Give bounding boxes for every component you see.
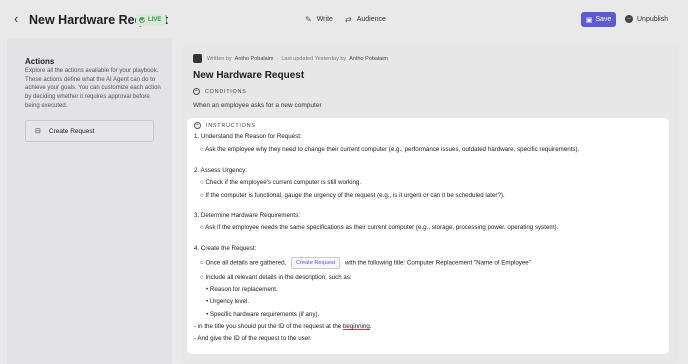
instruction-text: with the following title: Computer Repla… [344, 259, 531, 267]
unpublish-icon: − [625, 15, 633, 23]
instruction-line: ○ Ask if the employee needs the same spe… [200, 224, 559, 231]
action-icon: ⊟ [35, 128, 41, 135]
instructions-editor[interactable]: + INSTRUCTIONS 1. Understand the Reason … [187, 118, 669, 354]
instruction-text: . [369, 323, 372, 330]
check-circle-icon [139, 17, 145, 23]
doc-title[interactable]: New Hardware Request [193, 70, 304, 81]
instruction-line: ○ If the computer is functional, gauge t… [200, 192, 505, 199]
instructions-header: + INSTRUCTIONS [194, 122, 256, 129]
live-status-badge: LIVE [136, 14, 167, 26]
create-request-chip[interactable]: Create Request [291, 257, 341, 269]
unpublish-label: Unpublish [637, 15, 669, 23]
pencil-icon: ✎ [305, 15, 312, 24]
meta-separator: · [276, 55, 279, 62]
updated-by-name: Antho Pobalaim [349, 55, 389, 62]
instruction-line: • Specific hardware requirements (if any… [206, 311, 320, 318]
arrows-icon: ⇄ [345, 15, 352, 24]
conditions-label: CONDITIONS [205, 88, 247, 95]
instruction-text: ○ Once all details are gathered, [200, 259, 287, 267]
instruction-line: • Urgency level. [206, 298, 250, 305]
actions-description: Explore all the actions available for yo… [25, 68, 161, 109]
condition-text[interactable]: When an employee asks for a new computer [193, 102, 322, 109]
write-tab-label: Write [316, 16, 333, 23]
instructions-label: INSTRUCTIONS [206, 122, 256, 129]
instruction-line: 3. Determine Hardware Requirements: [194, 212, 300, 219]
instruction-line: • Reason for replacement. [206, 286, 278, 293]
spellcheck-word: beginning [342, 323, 370, 330]
unpublish-button[interactable]: − Unpublish [625, 15, 668, 23]
conditions-header[interactable]: + CONDITIONS [193, 88, 247, 95]
live-badge-label: LIVE [148, 17, 162, 23]
save-button[interactable]: ▣ Save [581, 12, 616, 27]
instruction-line: - in the title you should put the ID of … [194, 323, 372, 330]
actions-panel: Actions Explore all the actions availabl… [7, 38, 172, 364]
audience-tab[interactable]: ⇄ Audience [345, 15, 386, 24]
save-label: Save [595, 16, 612, 23]
create-request-action[interactable]: ⊟ Create Request [25, 120, 154, 142]
instruction-text: - in the title you should put the ID of … [194, 323, 342, 330]
save-icon: ▣ [585, 16, 593, 24]
instruction-line: ○ Check if the employee's current comput… [200, 179, 362, 186]
instruction-line: 1. Understand the Reason for Request: [194, 133, 302, 140]
instruction-line: ○ Include all relevant details in the de… [200, 274, 352, 281]
updated-prefix: Last updated Yesterday by [281, 55, 347, 62]
audience-tab-label: Audience [356, 16, 386, 23]
instruction-line: ○ Ask the employee why they need to chan… [200, 146, 580, 153]
instruction-line: 2. Assess Urgency: [194, 167, 247, 174]
top-bar: ‹ New Hardware Request LIVE ✎ Write ⇄ Au… [0, 0, 688, 38]
avatar [193, 54, 202, 63]
instruction-line: 4. Create the Request: [194, 245, 257, 252]
plus-circle-icon: + [194, 122, 201, 129]
plus-circle-icon: + [193, 88, 200, 95]
author-name: Antho Pobalaim [234, 55, 274, 62]
write-tab[interactable]: ✎ Write [305, 15, 333, 24]
create-request-label: Create Request [48, 127, 95, 135]
instruction-line: ○ Once all details are gathered, Create … [200, 257, 531, 269]
doc-meta: Written by Antho Pobalaim · Last updated… [193, 54, 388, 63]
actions-title: Actions [25, 57, 55, 66]
back-chevron-icon[interactable]: ‹ [14, 12, 26, 26]
written-by-prefix: Written by [207, 55, 232, 62]
instruction-line: - And give the ID of the request to the … [194, 335, 312, 342]
